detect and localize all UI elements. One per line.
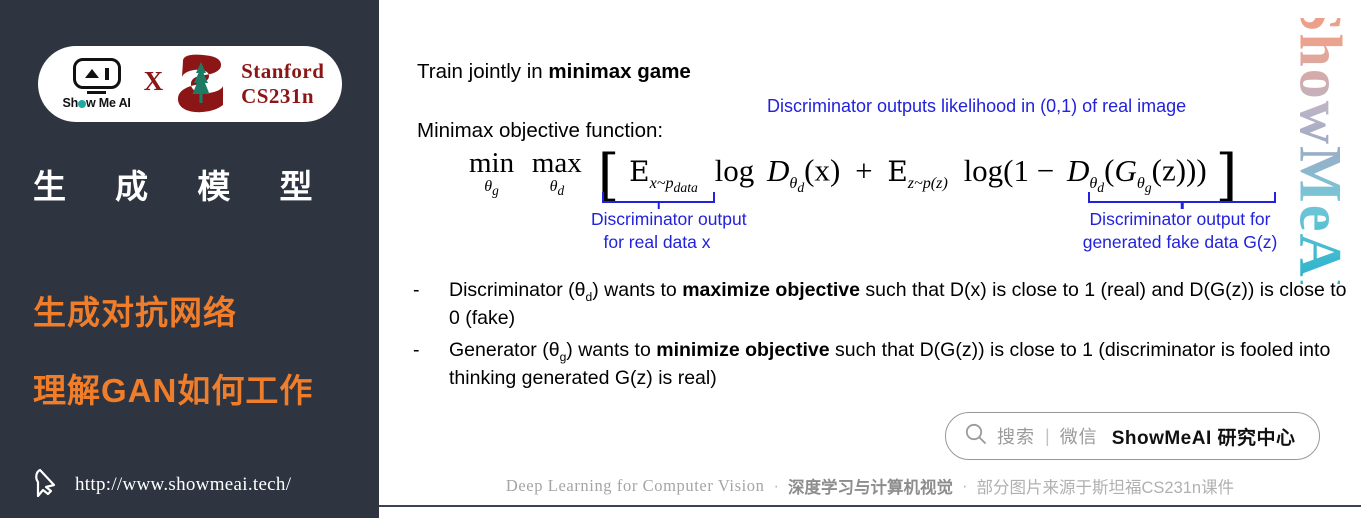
heading-prefix: Train jointly in — [417, 60, 549, 83]
blue-caption-right-line2: generated fake data G(z) — [1082, 232, 1278, 253]
expectation-2-subscript: z~p(z) — [907, 174, 948, 192]
footer-source: 部分图片来源于斯坦福CS231n课件 — [976, 479, 1235, 497]
caret-shape-icon — [84, 69, 99, 78]
max-subscript: θd — [549, 178, 565, 199]
footer-chinese: 深度学习与计算机视觉 — [787, 479, 953, 497]
heading-bold: minimax game — [548, 60, 691, 83]
search-icon — [964, 422, 988, 451]
showmeai-watermark: ShowMeAI — [1287, 18, 1354, 284]
stanford-course-label: Stanford CS231n — [241, 59, 324, 109]
showmeai-wordmark: Sh w Me AI — [62, 96, 131, 110]
slide-root: Sh w Me AI X Stanford CS231n 生 成 模 型 生成对抗… — [0, 0, 1361, 518]
stanford-line1: Stanford — [241, 59, 325, 84]
slide-content: Train jointly in minimax game Minimax ob… — [379, 0, 1361, 518]
teal-dot-icon — [78, 100, 87, 108]
wechat-label: 微信 — [1059, 427, 1098, 447]
bar-shape-icon — [104, 67, 109, 80]
log-2: log(1 − — [963, 152, 1055, 188]
showmeai-mark-icon — [72, 58, 121, 89]
bullet-marker: - — [413, 279, 420, 301]
max-operator: max θd — [532, 149, 582, 198]
sidebar-title: 生 成 模 型 — [33, 168, 333, 205]
logo-stand-icon — [87, 90, 107, 94]
wechat-search-pill[interactable]: 搜索 | 微信 ShowMeAI 研究中心 — [945, 412, 1320, 460]
sidebar-url-text[interactable]: http://www.showmeai.tech/ — [75, 474, 291, 496]
list-item: - Generator (θg) wants to minimize objec… — [413, 337, 1348, 392]
bullet-text: Generator (θg) wants to minimize objecti… — [449, 338, 1331, 389]
cross-symbol: X — [143, 65, 164, 96]
footer-divider — [379, 505, 1361, 507]
min-operator: min θg — [469, 149, 514, 198]
blue-caption-right-line1: Discriminator output for — [1089, 209, 1271, 229]
blue-caption-right: Discriminator output for generated fake … — [1069, 208, 1291, 254]
blue-caption-left-line1: Discriminator output — [591, 209, 747, 229]
blue-caption-left: Discriminator output for real data x — [591, 208, 747, 254]
d-term-1: Dθd — [767, 152, 805, 196]
sidebar: Sh w Me AI X Stanford CS231n 生 成 模 型 生成对抗… — [0, 0, 379, 518]
footer-bar: Deep Learning for Computer Vision · 深度学习… — [379, 474, 1361, 498]
stanford-line2: CS231n — [241, 84, 315, 108]
account-name: ShowMeAI 研究中心 — [1111, 427, 1296, 449]
slide-heading: Train jointly in minimax game — [417, 60, 691, 84]
sidebar-subtitle-1: 生成对抗网络 — [33, 294, 237, 331]
showmeai-logo: Sh w Me AI — [60, 58, 134, 110]
g-term: Gθg — [1114, 152, 1152, 196]
sidebar-url-row[interactable]: http://www.showmeai.tech/ — [33, 466, 291, 503]
d-term-2: Dθd — [1066, 152, 1105, 196]
d-arg-1: (x) — [804, 152, 841, 188]
search-divider: | — [1045, 425, 1050, 446]
expectation-1-subscript: x~pdata — [649, 174, 698, 196]
search-label-cn: 搜索 — [997, 427, 1035, 447]
g-arg: (z))) — [1151, 152, 1207, 188]
expectation-1: E — [629, 154, 650, 188]
blue-caption-left-line2: for real data x — [603, 232, 711, 253]
brand-logo-pill: Sh w Me AI X Stanford CS231n — [38, 46, 342, 122]
plus-sign: + — [855, 152, 873, 188]
g-open-paren: ( — [1104, 152, 1115, 188]
watermark-text: ShowMeAI — [1287, 18, 1354, 284]
bullet-text: Discriminator (θd) wants to maximize obj… — [449, 279, 1347, 330]
bullet-list: - Discriminator (θd) wants to maximize o… — [413, 277, 1348, 396]
max-label: max — [531, 147, 582, 180]
footer-english: Deep Learning for Computer Vision — [505, 476, 765, 495]
sidebar-subtitle-2: 理解GAN如何工作 — [33, 372, 314, 409]
min-subscript: θg — [484, 178, 499, 199]
min-label: min — [469, 147, 515, 180]
log-1: log — [714, 152, 755, 188]
blue-note-top: Discriminator outputs likelihood in (0,1… — [767, 96, 1187, 116]
underbrace-right — [1088, 192, 1276, 203]
stanford-tree-logo-icon — [173, 53, 229, 115]
footer-dot-1: · — [773, 476, 779, 495]
bullet-marker: - — [413, 338, 420, 361]
objective-label: Minimax objective function: — [417, 119, 664, 142]
footer-dot-2: · — [961, 476, 968, 495]
expectation-2: E — [887, 154, 908, 188]
list-item: - Discriminator (θd) wants to maximize o… — [413, 277, 1348, 332]
underbrace-left — [602, 192, 715, 203]
cursor-arrow-icon — [33, 466, 63, 503]
